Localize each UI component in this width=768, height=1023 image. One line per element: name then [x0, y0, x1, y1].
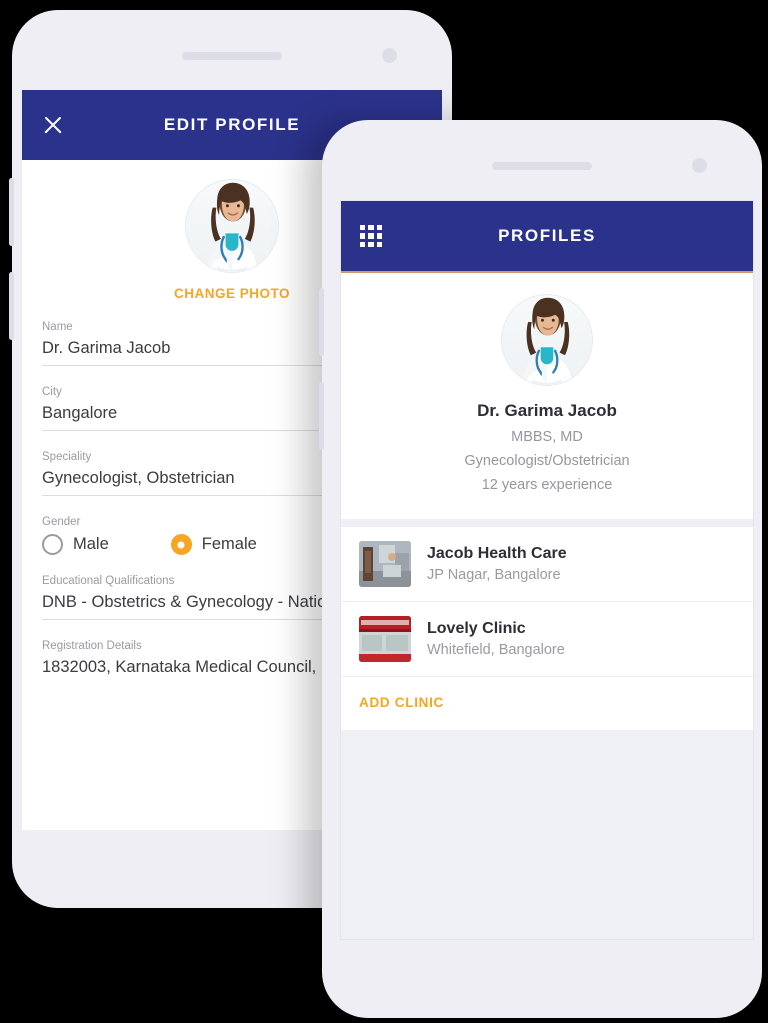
radio-icon-male	[42, 534, 63, 555]
volume-down-button[interactable]	[319, 382, 324, 450]
gender-option-male-label: Male	[73, 535, 109, 553]
clinic-address: JP Nagar, Bangalore	[427, 567, 561, 583]
clinic-text-block: Jacob Health Care JP Nagar, Bangalore	[427, 545, 567, 583]
radio-icon-female-selected	[170, 534, 192, 555]
doctor-degrees: MBBS, MD	[511, 429, 583, 445]
change-photo-button[interactable]: CHANGE PHOTO	[174, 286, 290, 301]
doctor-profile-card: Dr. Garima Jacob MBBS, MD Gynecologist/O…	[341, 273, 753, 519]
profiles-appbar: PROFILES	[341, 201, 753, 273]
profiles-screen: PROFILES Dr. Garima Jacob MBBS, MD Gynec…	[340, 200, 754, 940]
avatar[interactable]	[186, 180, 278, 272]
clinic-thumbnail-icon	[359, 616, 411, 662]
gender-option-male[interactable]: Male	[42, 534, 109, 555]
clinic-name: Lovely Clinic	[427, 620, 526, 637]
clinic-text-block: Lovely Clinic Whitefield, Bangalore	[427, 620, 565, 658]
empty-area	[341, 730, 753, 939]
doctor-experience: 12 years experience	[481, 477, 613, 493]
phone-front-camera	[382, 48, 397, 63]
gender-option-female-label: Female	[201, 535, 257, 553]
phone-device-right: PROFILES Dr. Garima Jacob MBBS, MD Gynec…	[319, 120, 762, 1018]
volume-up-button[interactable]	[319, 288, 324, 356]
clinic-list-item[interactable]: Jacob Health Care JP Nagar, Bangalore	[341, 527, 753, 602]
gender-option-female[interactable]: Female	[170, 534, 257, 555]
volume-up-button[interactable]	[9, 178, 14, 246]
profiles-title: PROFILES	[498, 226, 596, 245]
phone-front-camera	[692, 158, 707, 173]
avatar[interactable]	[502, 295, 592, 385]
screenshot-stage: EDIT PROFILE CHANGE PHOTO Name Dr. Garim…	[0, 0, 768, 1023]
clinic-list-item[interactable]: Lovely Clinic Whitefield, Bangalore	[341, 602, 753, 677]
clinic-list: Jacob Health Care JP Nagar, Bangalore Lo…	[341, 527, 753, 730]
add-clinic-button[interactable]: ADD CLINIC	[341, 677, 753, 730]
profiles-content: Dr. Garima Jacob MBBS, MD Gynecologist/O…	[341, 273, 753, 939]
doctor-name: Dr. Garima Jacob	[477, 401, 617, 420]
phone-speaker-grill	[492, 162, 592, 170]
doctor-speciality: Gynecologist/Obstetrician	[464, 453, 630, 469]
clinic-thumbnail-icon	[359, 541, 411, 587]
clinic-address: Whitefield, Bangalore	[427, 642, 565, 658]
clinic-name: Jacob Health Care	[427, 545, 567, 562]
phone-speaker-grill	[182, 52, 282, 60]
volume-down-button[interactable]	[9, 272, 14, 340]
